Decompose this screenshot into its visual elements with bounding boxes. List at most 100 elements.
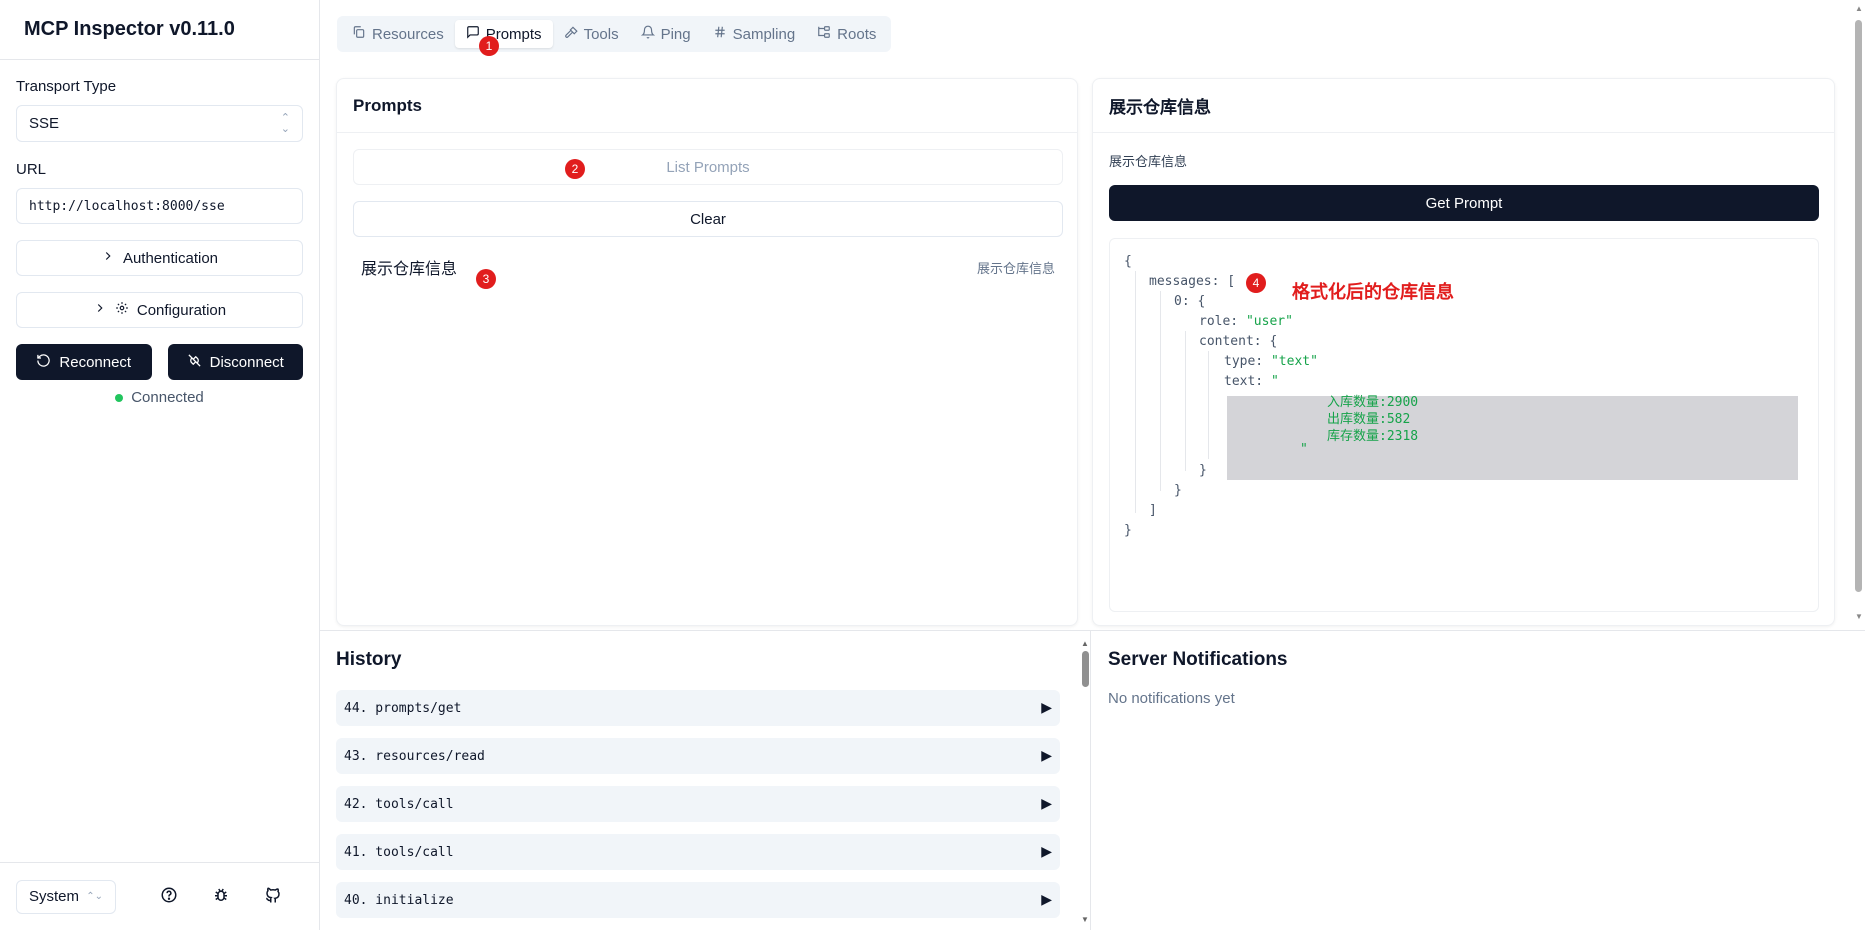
authentication-button[interactable]: Authentication: [16, 240, 303, 276]
chevron-right-icon: [93, 301, 107, 319]
json-viewer: { messages: [ 0: { role: "user" content:…: [1109, 238, 1819, 612]
transport-type-select[interactable]: SSE ⌃ ⌄: [16, 105, 303, 142]
json-line: text: ": [1224, 374, 1279, 389]
tab-label: Ping: [660, 25, 691, 43]
indent-guide: [1208, 351, 1209, 459]
footer-icons: [160, 886, 282, 908]
history-panel: History 44. prompts/get ▶ 43. resources/…: [320, 631, 1091, 930]
annotation-label: 格式化后的仓库信息: [1292, 282, 1454, 302]
connection-buttons: Reconnect Disconnect: [16, 344, 303, 380]
json-close-bracket: ]: [1149, 503, 1157, 518]
authentication-label: Authentication: [122, 249, 219, 267]
scroll-down-icon[interactable]: ▼: [1855, 612, 1863, 621]
history-row-label: 42. tools/call: [344, 796, 454, 812]
get-prompt-button[interactable]: Get Prompt: [1109, 185, 1819, 221]
indent-guide: [1160, 291, 1161, 491]
play-icon[interactable]: ▶: [1041, 796, 1052, 812]
chevron-up-down-icon: ⌃⌄: [86, 891, 103, 902]
history-scrollbar[interactable]: ▲ ▼: [1080, 639, 1091, 925]
json-line: type: "text": [1224, 354, 1318, 369]
main-scrollbar[interactable]: ▲ ▼: [1852, 0, 1865, 630]
clear-button[interactable]: Clear: [353, 201, 1063, 237]
json-close-brace: }: [1199, 463, 1207, 478]
folder-tree-icon: [817, 25, 831, 43]
tab-tools[interactable]: Tools: [553, 20, 630, 48]
prompt-list-item[interactable]: 展示仓库信息 展示仓库信息: [353, 249, 1063, 285]
prompts-panel: Prompts List Prompts Clear 展示仓库信息 展示仓库信息: [336, 78, 1078, 626]
connection-status: Connected: [16, 389, 303, 406]
notifications-panel: Server Notifications No notifications ye…: [1092, 631, 1852, 930]
history-row-label: 43. resources/read: [344, 748, 485, 764]
disconnect-button[interactable]: Disconnect: [167, 344, 303, 380]
theme-value: System: [29, 888, 80, 905]
bell-icon: [640, 25, 655, 43]
reconnect-label: Reconnect: [59, 353, 132, 371]
scrollbar-thumb[interactable]: [1855, 20, 1862, 592]
scroll-down-icon[interactable]: ▼: [1081, 915, 1089, 924]
help-circle-icon[interactable]: [160, 886, 178, 908]
json-line: messages: [: [1149, 274, 1235, 289]
app-title: MCP Inspector v0.11.0: [24, 18, 235, 40]
prompt-description: 展示仓库信息: [976, 260, 1055, 276]
annotation-badge: 1: [479, 36, 499, 56]
json-key: messages:: [1149, 274, 1220, 289]
main-tabs: Resources Prompts Tools Ping Sampling Ro…: [337, 16, 892, 52]
history-row-label: 41. tools/call: [344, 844, 454, 860]
reconnect-button[interactable]: Reconnect: [16, 344, 152, 380]
history-row-label: 44. prompts/get: [344, 700, 462, 716]
gear-icon: [115, 301, 129, 319]
list-prompts-button[interactable]: List Prompts: [353, 149, 1063, 185]
play-icon[interactable]: ▶: [1041, 892, 1052, 908]
chevron-up-down-icon: ⌃⌄: [280, 111, 290, 135]
github-icon[interactable]: [264, 886, 282, 908]
hammer-icon: [564, 25, 578, 43]
scroll-up-icon[interactable]: ▲: [1855, 4, 1863, 13]
play-icon[interactable]: ▶: [1041, 748, 1052, 764]
configuration-button[interactable]: Configuration: [16, 292, 303, 328]
prompt-detail-description: 展示仓库信息: [1109, 154, 1188, 169]
history-row[interactable]: 44. prompts/get ▶: [336, 690, 1060, 726]
tab-prompts[interactable]: Prompts: [454, 20, 553, 48]
tab-ping[interactable]: Ping: [630, 20, 702, 48]
chevron-right-icon: [101, 249, 115, 267]
tab-roots[interactable]: Roots: [806, 20, 887, 48]
history-row-label: 40. initialize: [344, 892, 454, 908]
scroll-up-icon[interactable]: ▲: [1081, 639, 1089, 648]
scrollbar-thumb[interactable]: [1082, 651, 1089, 687]
notifications-title: Server Notifications: [1108, 649, 1288, 670]
app-root: MCP Inspector v0.11.0 Transport Type SSE…: [0, 0, 1865, 930]
prompt-detail-panel: 展示仓库信息 展示仓库信息 Get Prompt { messages: [ 0…: [1092, 78, 1835, 626]
annotation-badge: 3: [476, 269, 496, 289]
hash-icon: [713, 25, 727, 43]
message-square-icon: [466, 25, 480, 43]
json-string: ": [1270, 374, 1279, 389]
indent-guide: [1135, 271, 1136, 513]
rotate-ccw-icon: [36, 353, 51, 372]
files-icon: [352, 25, 366, 43]
history-row[interactable]: 42. tools/call ▶: [336, 786, 1060, 822]
bug-icon[interactable]: [212, 886, 230, 908]
disconnect-label: Disconnect: [209, 353, 284, 371]
prompt-detail-title: 展示仓库信息: [1093, 79, 1834, 133]
play-icon[interactable]: ▶: [1041, 844, 1052, 860]
json-line: content: {: [1199, 334, 1277, 349]
json-string: "user": [1245, 314, 1293, 329]
prompts-panel-title: Prompts: [337, 79, 1077, 133]
json-string: "text": [1270, 354, 1318, 369]
json-brace: {: [1197, 294, 1206, 309]
json-bracket: [: [1227, 274, 1236, 289]
theme-select[interactable]: System ⌃⌄: [16, 879, 116, 914]
history-row[interactable]: 41. tools/call ▶: [336, 834, 1060, 870]
play-icon[interactable]: ▶: [1041, 700, 1052, 716]
prompt-name: 展示仓库信息: [361, 261, 458, 278]
annotation-badge: 2: [565, 159, 585, 179]
history-row[interactable]: 40. initialize ▶: [336, 882, 1060, 918]
url-label: URL: [16, 161, 47, 178]
tab-sampling[interactable]: Sampling: [702, 20, 807, 48]
tab-resources[interactable]: Resources: [341, 20, 455, 48]
tab-label: Tools: [583, 25, 619, 43]
url-input[interactable]: http://localhost:8000/sse: [16, 188, 303, 224]
notifications-empty: No notifications yet: [1108, 690, 1235, 707]
history-row[interactable]: 43. resources/read ▶: [336, 738, 1060, 774]
json-key: text:: [1224, 374, 1264, 389]
